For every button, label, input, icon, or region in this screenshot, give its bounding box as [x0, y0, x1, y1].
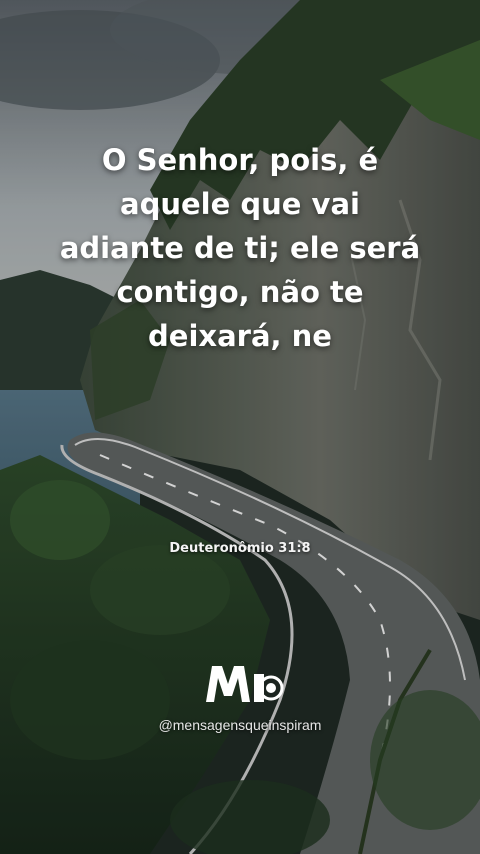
bible-quote: O Senhor, pois, é aquele que vai adiante…	[59, 143, 421, 353]
social-handle: @mensagensqueinspiram	[158, 717, 322, 733]
bible-reference: Deuteronômio 31:8	[169, 541, 311, 556]
mi-logo-icon	[206, 666, 284, 702]
